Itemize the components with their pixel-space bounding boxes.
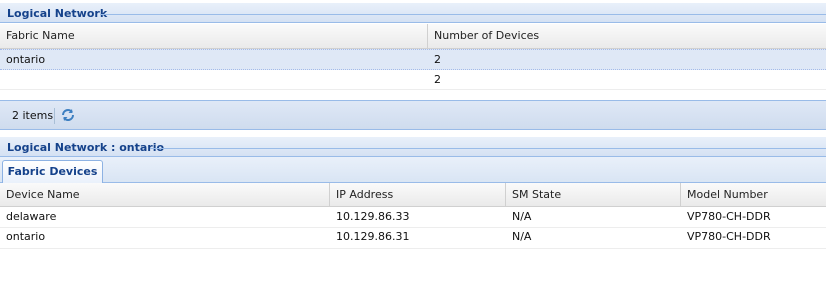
column-header-sm-state[interactable]: SM State [506, 183, 681, 206]
refresh-icon[interactable] [60, 107, 76, 123]
table-row[interactable]: 2 [0, 70, 826, 90]
logical-network-detail-header: Logical Network : ontario [0, 137, 826, 157]
cell-sm-state: N/A [512, 210, 532, 223]
header-divider [150, 148, 826, 149]
logical-network-panel-header: Logical Network [0, 3, 826, 23]
cell-ip-address: 10.129.86.31 [336, 230, 410, 243]
panel-title: Logical Network : ontario [7, 141, 165, 154]
tab-fabric-devices[interactable]: Fabric Devices [2, 160, 103, 183]
table-row[interactable]: ontario 10.129.86.31 N/A VP780-CH-DDR [0, 228, 826, 249]
cell-number-of-devices: 2 [434, 73, 441, 86]
column-header-fabric-name[interactable]: Fabric Name [0, 24, 428, 48]
column-header-model-number[interactable]: Model Number [681, 183, 826, 206]
cell-model-number: VP780-CH-DDR [687, 230, 771, 243]
table-row[interactable]: delaware 10.129.86.33 N/A VP780-CH-DDR [0, 207, 826, 228]
cell-fabric-name: ontario [6, 53, 46, 66]
header-divider [100, 14, 826, 15]
fabric-grid-header: Fabric Name Number of Devices [0, 24, 826, 49]
tab-strip: Fabric Devices [0, 157, 826, 183]
panel-title: Logical Network [7, 7, 108, 20]
cell-model-number: VP780-CH-DDR [687, 210, 771, 223]
devices-grid-header: Device Name IP Address SM State Model Nu… [0, 183, 826, 207]
cell-sm-state: N/A [512, 230, 532, 243]
column-header-device-name[interactable]: Device Name [0, 183, 330, 206]
toolbar-separator [54, 108, 55, 124]
cell-device-name: ontario [6, 230, 46, 243]
paging-toolbar: 2 items [0, 100, 826, 130]
column-header-number-of-devices[interactable]: Number of Devices [428, 24, 826, 48]
cell-ip-address: 10.129.86.33 [336, 210, 410, 223]
cell-fabric-name [0, 70, 428, 89]
table-row[interactable]: ontario 2 [0, 49, 826, 70]
item-count: 2 items [12, 109, 54, 122]
column-header-ip-address[interactable]: IP Address [330, 183, 506, 206]
cell-number-of-devices: 2 [434, 53, 441, 66]
cell-device-name: delaware [6, 210, 57, 223]
